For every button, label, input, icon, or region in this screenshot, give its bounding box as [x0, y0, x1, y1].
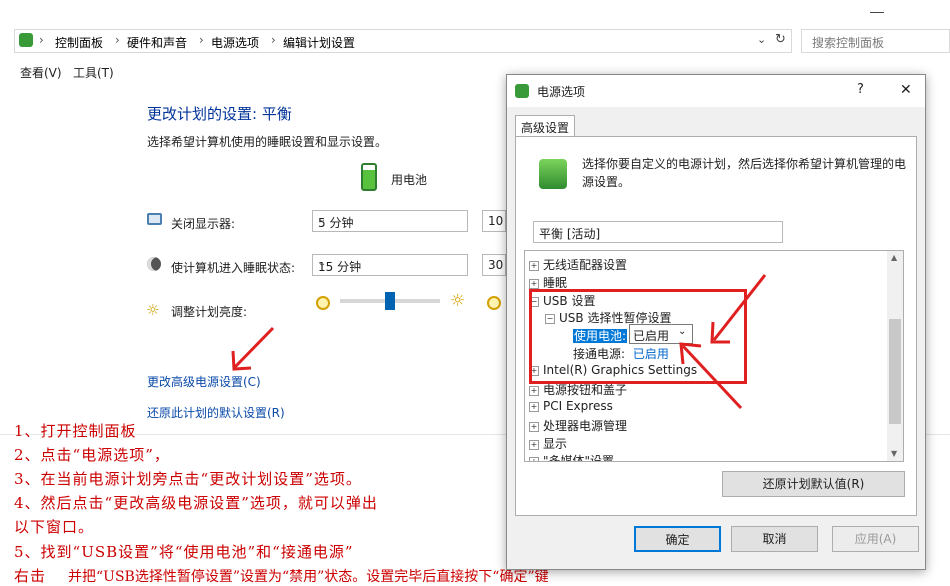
battery-icon [361, 163, 377, 191]
battery-plug-icon [539, 159, 567, 189]
display-off-plugged-select[interactable]: 10 [482, 210, 506, 232]
breadcrumb-control-panel[interactable]: 控制面板 [55, 34, 103, 51]
brightness-label: 调整计划亮度: [171, 305, 248, 319]
minimize-icon[interactable] [870, 2, 884, 13]
brightness-slider[interactable] [340, 292, 440, 310]
expand-icon[interactable]: + [529, 386, 539, 396]
close-icon[interactable]: ✕ [900, 82, 912, 98]
refresh-icon[interactable]: ↻ [775, 32, 786, 47]
restore-plan-defaults-button[interactable]: 还原计划默认值(R) [722, 471, 905, 497]
tree-item-processor[interactable]: + 处理器电源管理 [529, 417, 627, 434]
page-title: 更改计划的设置: 平衡 [147, 105, 292, 123]
note-line-3: 3、在当前电源计划旁点击“更改计划设置”选项。 [14, 470, 362, 488]
restore-plan-defaults-link[interactable]: 还原此计划的默认设置(R) [147, 404, 285, 421]
note-line-2: 2、点击“电源选项”， [14, 446, 170, 464]
annotation-arrow-advanced [231, 326, 275, 371]
tab-advanced-settings[interactable]: 高级设置 [515, 115, 575, 137]
note-line-5: 以下窗口。 [14, 518, 95, 536]
scroll-up-icon[interactable]: ▲ [891, 253, 897, 262]
advanced-power-settings-link[interactable]: 更改高级电源设置(C) [147, 373, 261, 390]
page-subtitle: 选择希望计算机使用的睡眠设置和显示设置。 [147, 135, 388, 149]
expand-icon[interactable]: + [529, 440, 539, 450]
ok-button[interactable]: 确定 [634, 526, 721, 552]
chevron-right-icon: › [199, 33, 204, 47]
note-line-8: 并把“USB选择性暂停设置”设置为“禁用”状态。设置完毕后直接按下“确定”键 [68, 569, 549, 585]
tree-item-display[interactable]: + 显示 [529, 435, 567, 452]
note-line-4: 4、然后点击“更改高级电源设置”选项，就可以弹出 [14, 494, 378, 512]
moon-icon [147, 257, 161, 271]
expand-icon[interactable]: + [529, 261, 539, 271]
monitor-icon [147, 213, 162, 225]
dim-sun-icon [316, 296, 330, 310]
dialog-titlebar: 电源选项 ? ✕ [507, 75, 925, 107]
sleep-battery-select[interactable]: 15 分钟 ⌄ [312, 254, 468, 276]
breadcrumb-hardware-sound[interactable]: 硬件和声音 [127, 34, 187, 51]
cancel-button[interactable]: 取消 [731, 526, 818, 552]
expand-icon[interactable]: + [529, 402, 539, 412]
battery-column-header: 用电池 [391, 173, 428, 187]
power-options-dialog: 电源选项 ? ✕ 高级设置 选择你要自定义的电源计划，然后选择你希望计算机管理的… [506, 74, 926, 570]
tree-item-multimedia[interactable]: + "多媒体"设置 [529, 452, 614, 461]
sleep-label: 使计算机进入睡眠状态: [171, 261, 296, 275]
tree-item-pci-express[interactable]: + PCI Express [529, 399, 613, 413]
sleep-plugged-select[interactable]: 30 [482, 254, 506, 276]
chevron-right-icon: › [115, 33, 120, 47]
address-bar[interactable]: › 控制面板 › 硬件和声音 › 电源选项 › 编辑计划设置 ⌄ ↻ [14, 29, 792, 53]
annotation-arrows-dialog [679, 274, 767, 410]
expand-icon[interactable]: + [529, 457, 539, 461]
display-off-label: 关闭显示器: [171, 217, 236, 231]
expand-icon[interactable]: + [529, 279, 539, 289]
apply-button[interactable]: 应用(A) [832, 526, 919, 552]
dialog-title: 电源选项 [537, 85, 586, 99]
help-button[interactable]: ? [857, 82, 864, 97]
bright-sun-icon: ☼ [450, 291, 466, 311]
note-line-7: 右击 [14, 567, 47, 585]
note-line-1: 1、打开控制面板 [14, 422, 137, 440]
scrollbar-thumb[interactable] [889, 319, 901, 424]
breadcrumb-power-options[interactable]: 电源选项 [211, 34, 259, 51]
tree-item-wireless[interactable]: + 无线适配器设置 [529, 256, 627, 273]
chevron-down-icon: ⌄ [318, 214, 327, 225]
dim-sun-icon-plugged [487, 296, 501, 310]
search-input[interactable]: 搜索控制面板 [801, 29, 950, 53]
chevron-right-icon: › [39, 33, 44, 47]
chevron-down-icon: ⌄ [318, 258, 327, 269]
brightness-slider-thumb[interactable] [385, 292, 395, 310]
control-panel-icon [19, 33, 33, 47]
sun-icon: ☼ [146, 301, 160, 319]
display-off-battery-select[interactable]: 5 分钟 ⌄ [312, 210, 468, 232]
breadcrumb-edit-plan[interactable]: 编辑计划设置 [283, 34, 355, 51]
menu-tools[interactable]: 工具(T) [73, 64, 114, 81]
chevron-down-icon: ⌄ [539, 225, 548, 236]
menu-view[interactable]: 查看(V) [20, 64, 62, 81]
expand-icon[interactable]: + [529, 422, 539, 432]
dialog-description: 选择你要自定义的电源计划，然后选择你希望计算机管理的电源设置。 [582, 157, 907, 189]
note-line-6: 5、找到“USB设置”将“使用电池”和“接通电源” [14, 543, 354, 561]
scroll-down-icon[interactable]: ▼ [891, 449, 897, 458]
chevron-right-icon: › [271, 33, 276, 47]
tree-scrollbar[interactable]: ▲ ▼ [887, 251, 903, 461]
plan-select[interactable]: 平衡 [活动] ⌄ [533, 221, 783, 243]
power-options-icon [515, 84, 529, 98]
chevron-down-icon[interactable]: ⌄ [757, 33, 766, 46]
